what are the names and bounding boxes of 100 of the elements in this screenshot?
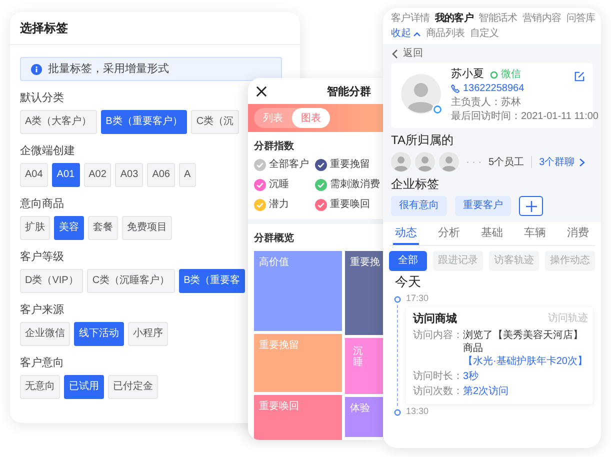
treemap-block: 沉睡 [345, 338, 383, 394]
section-title: TA所归属的 [391, 133, 454, 148]
detail-tab[interactable]: 动态 [393, 222, 419, 245]
legend-label: 潜力 [269, 199, 289, 211]
phone-icon [451, 84, 460, 93]
chevron-icon [578, 158, 585, 166]
check-icon[interactable] [315, 199, 327, 211]
group-chat-link[interactable]: 3个群聊 [539, 156, 585, 168]
tag-option[interactable]: 扩肤 [20, 216, 50, 240]
back-icon[interactable] [391, 48, 398, 58]
plus-icon [526, 200, 536, 212]
product-link[interactable]: 【水光·基础护肤年卡20次】 [463, 355, 588, 368]
legend-label: 重要唤回 [330, 199, 370, 211]
check-icon[interactable] [315, 179, 327, 191]
tag-option[interactable]: 已付定金 [108, 375, 158, 399]
notice-text: 批量标签，采用增量形式 [48, 62, 169, 76]
back-link[interactable]: 返回 [403, 47, 423, 60]
view-tab[interactable]: 图表 [292, 108, 330, 128]
tag-option[interactable]: B类（重要客户） [100, 110, 188, 134]
tag-option[interactable]: A01 [52, 163, 80, 187]
card-source: 访问轨迹 [548, 312, 588, 326]
customer-tag: 很有意向 [391, 196, 447, 216]
check-icon[interactable] [254, 179, 266, 191]
tag-option[interactable]: 免费项目 [122, 216, 172, 240]
legend-label: 全部客户 [269, 159, 309, 171]
group-label: 客户意向 [20, 356, 64, 370]
tag-option[interactable]: 小程序 [128, 322, 168, 346]
group-label: 默认分类 [20, 91, 64, 105]
phone-number[interactable]: 13622258964 [463, 82, 524, 95]
legend-label: 重要挽留 [330, 159, 370, 171]
nav-tab[interactable]: 我的客户 [434, 12, 474, 26]
nav-tab[interactable]: 问答库 [566, 12, 596, 26]
field-value: 3秒 [463, 370, 479, 383]
channel-label: 微信 [501, 68, 521, 81]
detail-tab[interactable]: 消费 [565, 222, 591, 245]
nav-tab[interactable]: 自定义 [470, 27, 499, 41]
caret-icon [413, 31, 421, 37]
treemap-block: 高价值 [254, 251, 342, 331]
staff-count: 5个员工 [488, 156, 524, 168]
avatar-icon[interactable] [439, 152, 459, 172]
treemap-block: 重要挽 [345, 251, 383, 335]
close-icon[interactable] [256, 86, 267, 96]
edit-icon[interactable] [574, 71, 585, 82]
tag-option[interactable]: 企业微信 [20, 322, 70, 346]
legend-label: 需刺激消费 [330, 179, 380, 191]
treemap-block: 体验 [345, 397, 383, 437]
check-icon[interactable] [315, 159, 327, 171]
tag-option[interactable]: 美容 [54, 216, 84, 240]
detail-tab[interactable]: 车辆 [522, 222, 548, 245]
collapse-link[interactable]: 收起 [391, 27, 421, 41]
tag-option[interactable]: A06 [147, 163, 175, 187]
tag-option[interactable]: A04 [20, 163, 48, 187]
tag-option[interactable]: 套餐 [88, 216, 118, 240]
tag-option[interactable]: B类（重要客 [178, 269, 246, 293]
group-label: 客户来源 [20, 303, 64, 317]
tag-option[interactable]: A03 [115, 163, 144, 187]
timeline-dot-icon [394, 409, 400, 416]
nav-tab[interactable]: 客户详情 [391, 12, 430, 26]
section-title: 企业标签 [391, 177, 440, 192]
customer-name: 苏小夏 [451, 68, 484, 81]
timeline-dot-icon [394, 296, 400, 303]
time-label: 13:30 [406, 406, 430, 417]
time-label: 17:30 [406, 293, 430, 304]
card-title: 访问商城 [413, 312, 457, 326]
tag-option[interactable]: A [178, 163, 196, 187]
tag-option[interactable]: C类（沉睡客户） [87, 269, 175, 293]
tag-option[interactable]: D类（VIP） [20, 269, 84, 293]
check-icon[interactable] [254, 199, 266, 211]
badge-icon [432, 104, 443, 115]
group-label: 意向商品 [20, 197, 64, 211]
group-label: 客户等级 [20, 250, 64, 264]
nav-tab[interactable]: 商品列表 [426, 27, 465, 41]
tag-option[interactable]: A类（大客户） [20, 110, 97, 134]
nav-tab[interactable]: 智能话术 [478, 12, 518, 26]
check-icon[interactable] [254, 159, 266, 171]
wechat-icon [490, 70, 498, 78]
day-heading: 今天 [395, 274, 422, 290]
avatar-icon[interactable] [415, 152, 435, 172]
add-button[interactable] [519, 196, 543, 216]
detail-tab[interactable]: 分析 [436, 222, 462, 245]
avatar-icon[interactable] [391, 152, 411, 172]
last-visit-text: 最后回访时间：2021-01-11 11:00 [451, 110, 598, 123]
tag-option[interactable]: 线下活动 [74, 322, 124, 346]
section-title: 分群概览 [254, 232, 295, 245]
filter-chip[interactable]: 全部 [389, 251, 427, 271]
nav-tab[interactable]: 营销内容 [522, 12, 562, 26]
treemap-block: 重要挽留 [254, 334, 342, 392]
tag-option[interactable]: C类（沉 [191, 110, 239, 134]
tag-option[interactable]: 无意向 [20, 375, 60, 399]
field-label: 访问内容： [413, 329, 463, 343]
field-value: 第2次访问 [463, 385, 509, 398]
avatar-icon [401, 74, 441, 114]
owner-text: 主负责人：苏林 [451, 96, 522, 109]
tag-option[interactable]: A02 [84, 163, 112, 187]
tag-option[interactable]: 已试用 [64, 375, 104, 399]
detail-tab[interactable]: 基础 [479, 222, 505, 245]
legend-label: 沉睡 [269, 179, 289, 191]
field-value: 浏览了【美秀美容天河店】商品 [463, 329, 584, 355]
section-title: 分群指数 [254, 140, 295, 153]
more-indicator: · · · [466, 156, 482, 168]
